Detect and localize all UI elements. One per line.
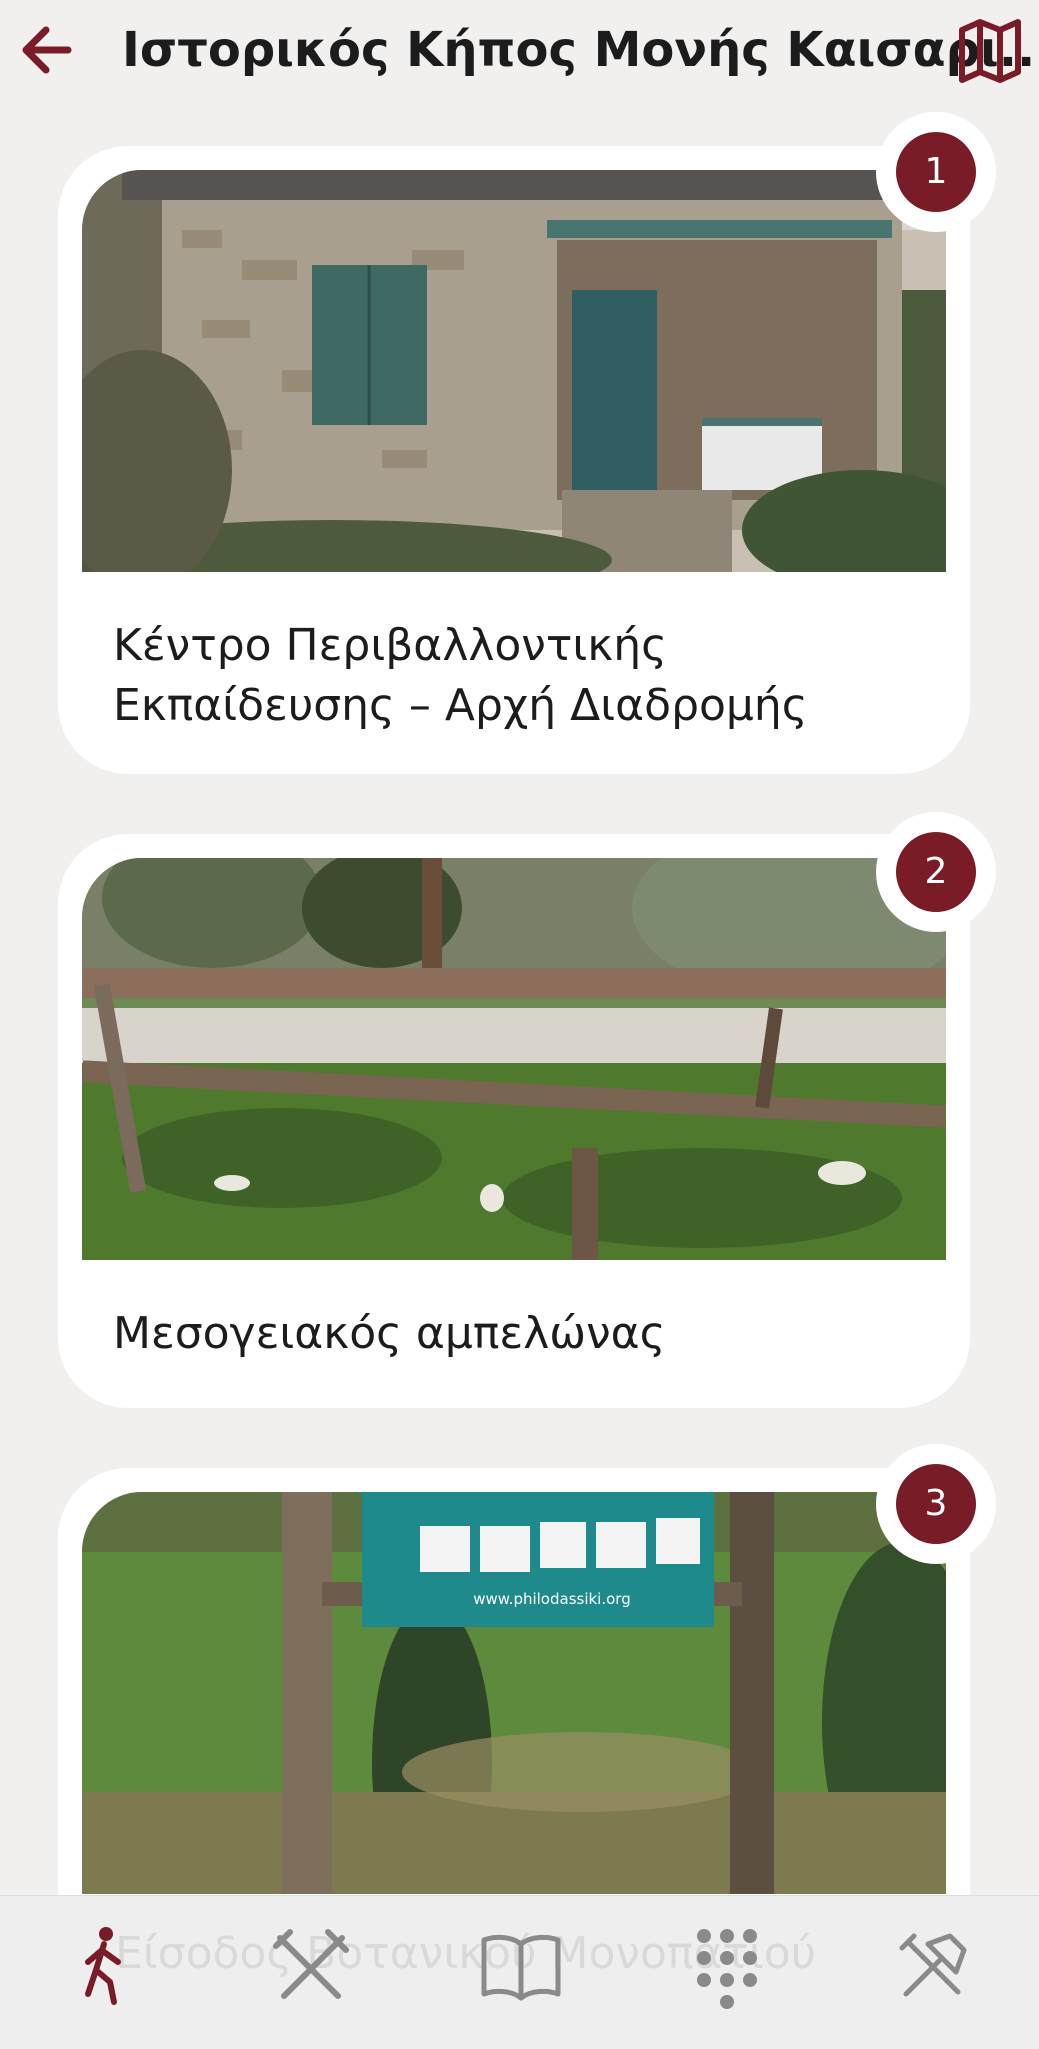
- stop-label: Μεσογειακός αμπελώνας: [113, 1308, 666, 1359]
- map-button[interactable]: [956, 16, 1024, 84]
- arrow-left-icon: [22, 26, 72, 74]
- nav-walk[interactable]: [58, 1922, 148, 2012]
- stop-label: Κέντρο Περιβαλλοντικής Εκπαίδευσης – Αρχ…: [113, 620, 808, 731]
- sign-url: www.philodassiki.org: [473, 1590, 630, 1608]
- dial-pad-icon: [697, 1929, 757, 2009]
- stop-number-badge: 3: [876, 1444, 996, 1564]
- vineyard-photo: [82, 858, 946, 1260]
- map-icon: [959, 19, 1021, 83]
- stop-card-2[interactable]: Μεσογειακός αμπελώνας: [58, 834, 970, 1408]
- back-button[interactable]: [16, 18, 80, 82]
- tools-icon: [899, 1933, 967, 1997]
- stop-number-badge: 2: [876, 812, 996, 932]
- stop-number-badge: 1: [876, 112, 996, 232]
- nav-guide[interactable]: [476, 1922, 566, 2012]
- app-header: Ιστορικός Κήπος Μονής Καισαρι...: [0, 0, 1039, 100]
- stone-building-photo: [82, 170, 946, 572]
- walking-person-icon: [85, 1927, 121, 2005]
- nav-food[interactable]: [266, 1922, 356, 2012]
- fork-knife-icon: [273, 1929, 349, 1999]
- open-book-icon: [481, 1934, 561, 2001]
- stop-card-1[interactable]: Κέντρο Περιβαλλοντικής Εκπαίδευσης – Αρχ…: [58, 146, 970, 774]
- nav-dialpad[interactable]: [682, 1922, 772, 2012]
- garden-sign-photo: www.philodassiki.org: [82, 1492, 946, 1894]
- nav-tools[interactable]: [888, 1922, 978, 2012]
- page-title: Ιστορικός Κήπος Μονής Καισαρι...: [122, 22, 1039, 78]
